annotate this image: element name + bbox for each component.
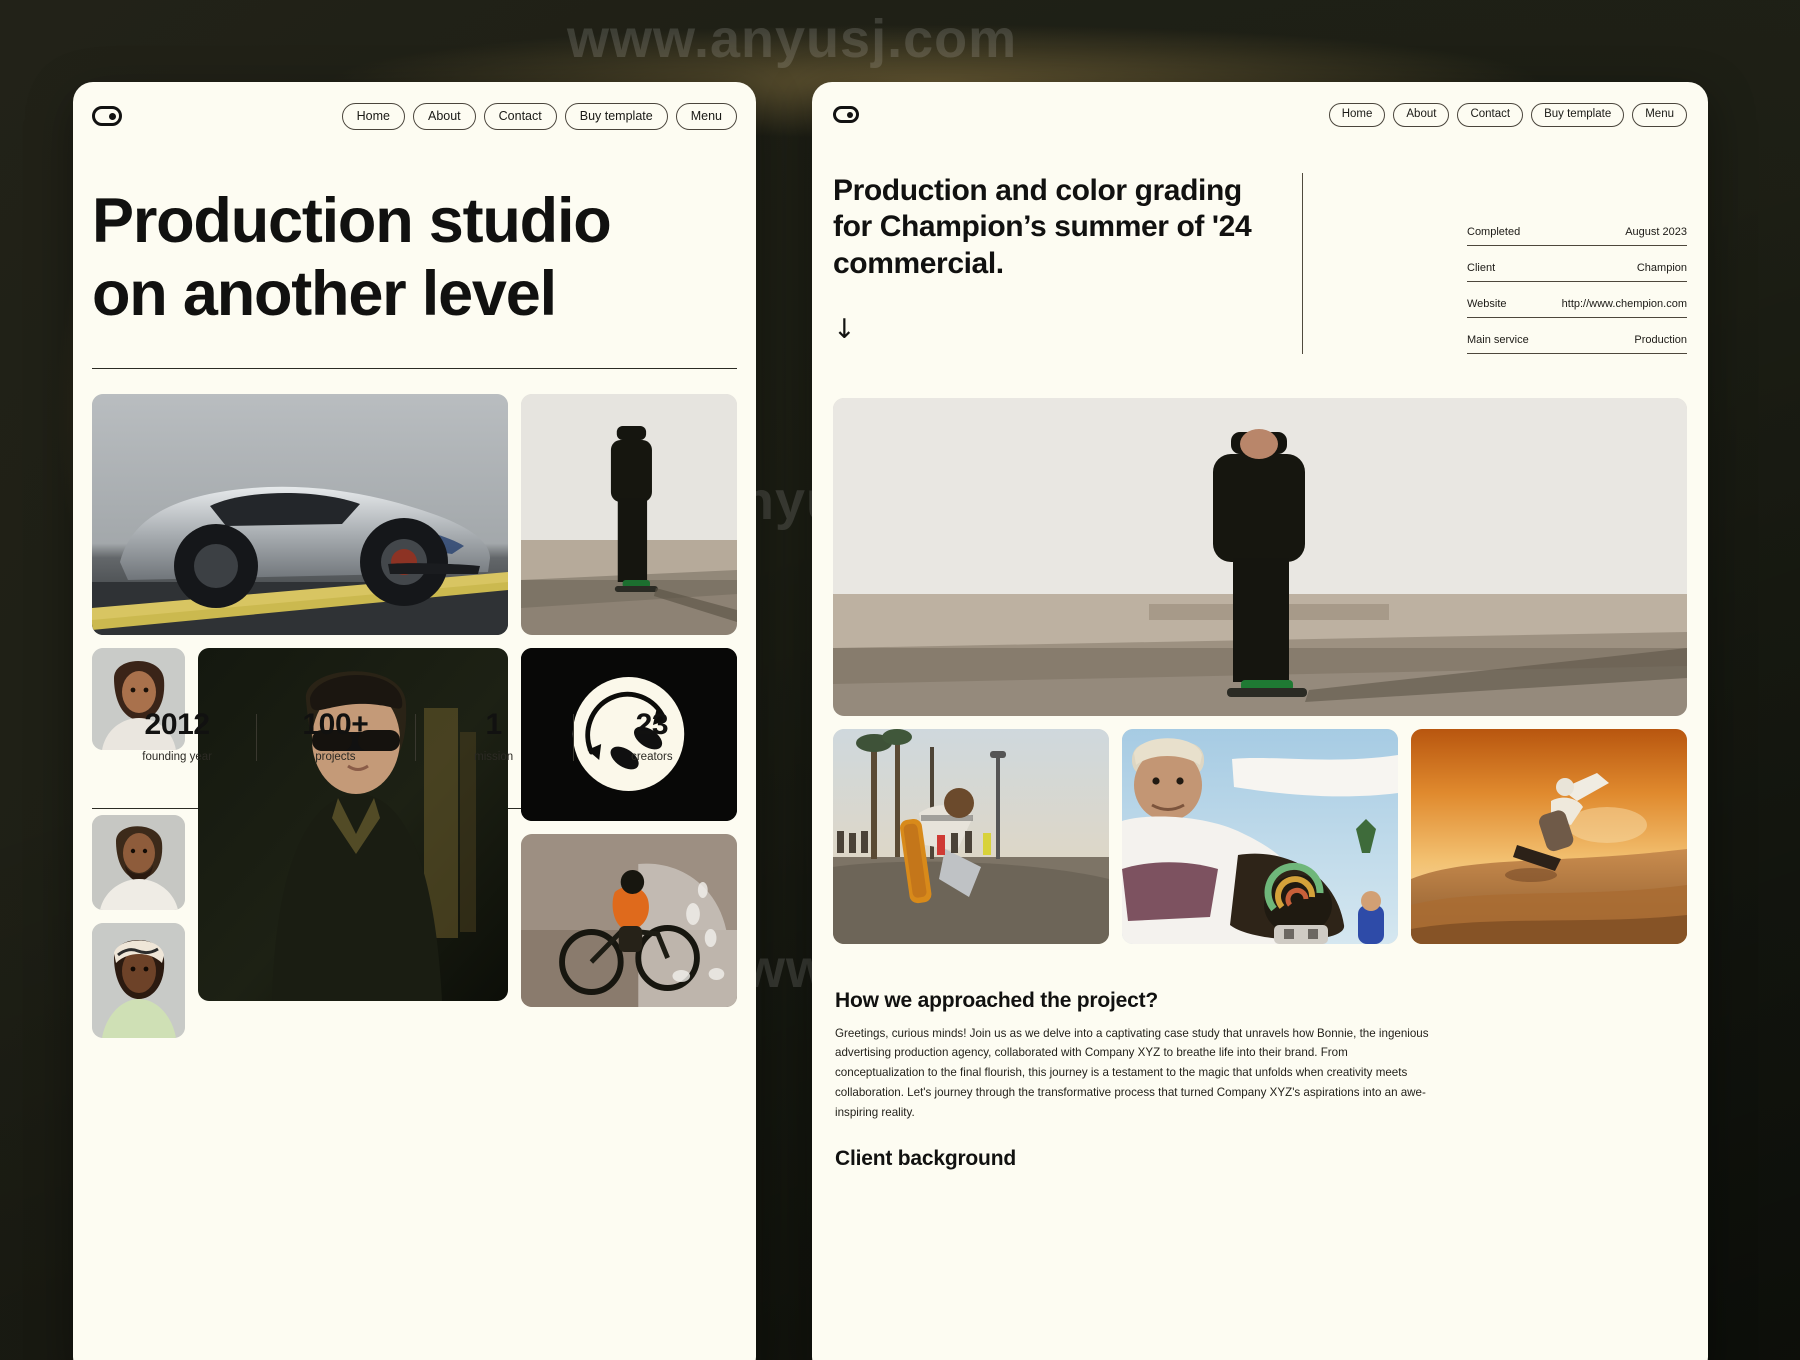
left-navbar: Home About Contact Buy template Menu — [92, 103, 737, 130]
nav-contact-button[interactable]: Contact — [1457, 103, 1524, 127]
approach-body-text: Greetings, curious minds! Join us as we … — [835, 1026, 1429, 1120]
project-thumbnail-row — [833, 728, 1687, 944]
thumb-skater-ollie-park[interactable] — [833, 728, 1109, 944]
stat-label: projects — [315, 750, 356, 763]
nav-about-button[interactable]: About — [412, 103, 476, 130]
gallery-item-silver-sports-car[interactable] — [92, 393, 508, 635]
nav-home-button[interactable]: Home — [341, 103, 405, 130]
hero-divider — [92, 367, 737, 369]
stat-mission: 1 mission — [414, 707, 573, 763]
right-nav-links: Home About Contact Buy template Menu — [1328, 103, 1687, 127]
right-navbar: Home About Contact Buy template Menu — [833, 103, 1687, 127]
meta-row-client: Client Champion — [1467, 262, 1687, 282]
gallery-item-portrait-woman-sunglasses[interactable] — [198, 647, 508, 1001]
meta-key: Client — [1467, 261, 1496, 274]
project-meta-table: Completed August 2023 Client Champion We… — [1467, 226, 1687, 354]
stat-label: founding year — [142, 750, 212, 763]
stat-value: 100+ — [302, 707, 369, 741]
approach-heading: How we approached the project? — [835, 988, 1159, 1012]
stat-value: 2012 — [144, 707, 211, 741]
bonnie-logo-icon[interactable] — [92, 106, 122, 127]
left-gallery-small-column — [92, 815, 185, 1038]
stat-label: creators — [631, 750, 673, 763]
nav-menu-button[interactable]: Menu — [1632, 103, 1687, 127]
meta-row-main-service: Main service Production — [1467, 334, 1687, 354]
nav-buy-template-button[interactable]: Buy template — [564, 103, 668, 130]
nav-contact-button[interactable]: Contact — [483, 103, 557, 130]
meta-row-website: Website http://www.chempion.com — [1467, 298, 1687, 318]
stat-label: mission — [474, 750, 514, 763]
meta-row-completed: Completed August 2023 — [1467, 226, 1687, 246]
left-nav-links: Home About Contact Buy template Menu — [341, 103, 737, 130]
logo-dot — [847, 111, 853, 118]
left-preview-panel: Home About Contact Buy template Menu Pro… — [73, 82, 756, 1360]
meta-key: Completed — [1467, 225, 1521, 238]
stat-value: 1 — [485, 707, 502, 741]
gallery-item-mountain-biker-splash[interactable] — [521, 833, 737, 1007]
meta-key: Website — [1467, 297, 1507, 310]
project-hero-image[interactable] — [833, 397, 1687, 716]
meta-value: Champion — [1636, 261, 1687, 274]
scroll-down-arrow-icon[interactable]: ↓ — [833, 316, 1288, 343]
nav-menu-button[interactable]: Menu — [675, 103, 737, 130]
thumb-skater-sunset-jump[interactable] — [1411, 728, 1687, 944]
nav-home-button[interactable]: Home — [1328, 103, 1386, 127]
nav-buy-template-button[interactable]: Buy template — [1531, 103, 1625, 127]
right-preview-panel: Home About Contact Buy template Menu Pro… — [812, 82, 1708, 1360]
hero-title-line-1: Production studio — [92, 185, 612, 256]
client-background-heading: Client background — [835, 1147, 1016, 1171]
stat-creators: 23 creators — [572, 707, 731, 763]
meta-value: August 2023 — [1625, 225, 1687, 238]
hero-title-line-2: on another level — [92, 258, 557, 329]
meta-value-link[interactable]: http://www.chempion.com — [1562, 298, 1687, 310]
thumb-skater-lowangle-board[interactable] — [1122, 728, 1398, 944]
gallery-item-portrait-bearded-man[interactable] — [92, 815, 185, 910]
page-title: Production studio on another level — [92, 185, 737, 331]
approach-section: How we approached the project? Greetings… — [833, 989, 1687, 1172]
gallery-item-skater-on-ledge[interactable] — [521, 393, 737, 635]
nav-about-button[interactable]: About — [1393, 103, 1450, 127]
gallery-item-portrait-woman-headscarf[interactable] — [92, 923, 185, 1038]
project-title: Production and color grading for Champio… — [833, 173, 1252, 280]
stats-row: 2012 founding year 100+ projects 1 missi… — [92, 708, 737, 763]
left-gallery-grid — [92, 393, 737, 1007]
meta-value: Production — [1634, 333, 1687, 346]
meta-key: Main service — [1467, 333, 1529, 346]
stat-founding-year: 2012 founding year — [98, 708, 256, 763]
bonnie-logo-icon[interactable] — [833, 106, 859, 124]
logo-dot — [108, 112, 116, 120]
stat-value: 23 — [635, 707, 669, 741]
stat-projects: 100+ projects — [256, 708, 414, 763]
